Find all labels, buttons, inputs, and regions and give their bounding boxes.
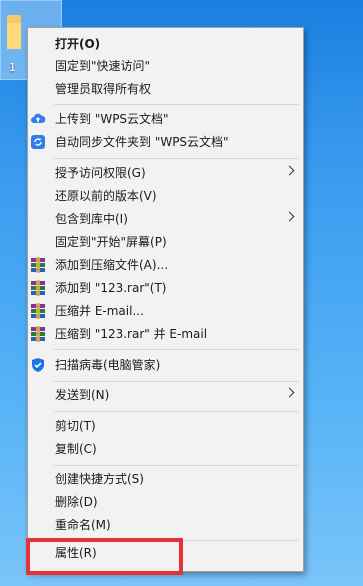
menu-item-label: 重命名(M) — [55, 518, 111, 532]
chevron-right-icon — [284, 387, 295, 398]
menu-item-delete[interactable]: 删除(D) — [30, 491, 301, 513]
menu-item-grant-access[interactable]: 授予访问权限(G) — [30, 162, 301, 184]
chevron-right-icon — [284, 165, 295, 176]
menu-item-add-to-archive[interactable]: 添加到压缩文件(A)... — [30, 254, 301, 276]
menu-item-open[interactable]: 打开(O) — [30, 33, 301, 55]
shield-icon — [30, 357, 46, 373]
menu-item-label: 固定到"开始"屏幕(P) — [55, 235, 167, 249]
menu-item-send-to[interactable]: 发送到(N) — [30, 384, 301, 406]
menu-separator — [54, 381, 299, 382]
menu-item-label: 管理员取得所有权 — [55, 82, 152, 96]
menu-separator — [54, 465, 299, 466]
menu-item-label: 固定到"快速访问" — [55, 59, 151, 73]
winrar-books-icon — [30, 280, 46, 296]
winrar-books-icon — [30, 257, 46, 273]
chevron-right-icon — [284, 211, 295, 222]
menu-item-label: 上传到 "WPS云文档" — [55, 112, 169, 126]
menu-item-label: 删除(D) — [55, 495, 98, 509]
menu-item-scan-virus[interactable]: 扫描病毒(电脑管家) — [30, 354, 301, 376]
menu-item-label: 授予访问权限(G) — [55, 166, 146, 180]
menu-item-create-shortcut[interactable]: 创建快捷方式(S) — [30, 468, 301, 490]
menu-item-label: 添加到压缩文件(A)... — [55, 258, 169, 272]
winrar-books-icon — [30, 303, 46, 319]
menu-item-pin-start[interactable]: 固定到"开始"屏幕(P) — [30, 231, 301, 253]
winrar-books-icon — [30, 326, 46, 342]
menu-item-label: 创建快捷方式(S) — [55, 472, 144, 486]
menu-item-label: 复制(C) — [55, 442, 97, 456]
menu-item-cut[interactable]: 剪切(T) — [30, 415, 301, 437]
menu-item-pin-quick-access[interactable]: 固定到"快速访问" — [30, 55, 301, 77]
menu-separator — [54, 104, 299, 105]
menu-item-label: 打开(O) — [55, 37, 101, 51]
menu-item-label: 扫描病毒(电脑管家) — [55, 358, 161, 372]
cloud-sync-icon — [30, 134, 46, 150]
highlight-annotation — [26, 538, 183, 575]
menu-item-label: 自动同步文件夹到 "WPS云文档" — [55, 135, 229, 149]
menu-separator — [54, 349, 299, 350]
menu-item-copy[interactable]: 复制(C) — [30, 438, 301, 460]
menu-item-label: 包含到库中(I) — [55, 212, 128, 226]
menu-item-auto-sync-wps[interactable]: 自动同步文件夹到 "WPS云文档" — [30, 131, 301, 153]
cloud-upload-icon — [30, 111, 46, 127]
menu-item-restore-versions[interactable]: 还原以前的版本(V) — [30, 185, 301, 207]
context-menu: 打开(O) 固定到"快速访问" 管理员取得所有权 上传到 "WPS云文档" 自动… — [27, 27, 304, 572]
menu-item-add-to-rar[interactable]: 添加到 "123.rar"(T) — [30, 277, 301, 299]
menu-separator — [54, 411, 299, 412]
menu-item-take-ownership[interactable]: 管理员取得所有权 — [30, 78, 301, 100]
menu-item-include-library[interactable]: 包含到库中(I) — [30, 208, 301, 230]
folder-icon — [7, 15, 21, 49]
menu-item-upload-wps[interactable]: 上传到 "WPS云文档" — [30, 108, 301, 130]
menu-item-label: 剪切(T) — [55, 419, 96, 433]
menu-item-label: 还原以前的版本(V) — [55, 189, 157, 203]
menu-item-label: 压缩并 E-mail... — [55, 304, 144, 318]
desktop-folder-label: 1 — [9, 61, 16, 74]
menu-item-label: 压缩到 "123.rar" 并 E-mail — [55, 327, 208, 341]
menu-item-compress-rar-email[interactable]: 压缩到 "123.rar" 并 E-mail — [30, 323, 301, 345]
menu-item-rename[interactable]: 重命名(M) — [30, 514, 301, 536]
menu-item-label: 添加到 "123.rar"(T) — [55, 281, 167, 295]
menu-separator — [54, 158, 299, 159]
menu-item-compress-email[interactable]: 压缩并 E-mail... — [30, 300, 301, 322]
menu-item-label: 发送到(N) — [55, 388, 110, 402]
